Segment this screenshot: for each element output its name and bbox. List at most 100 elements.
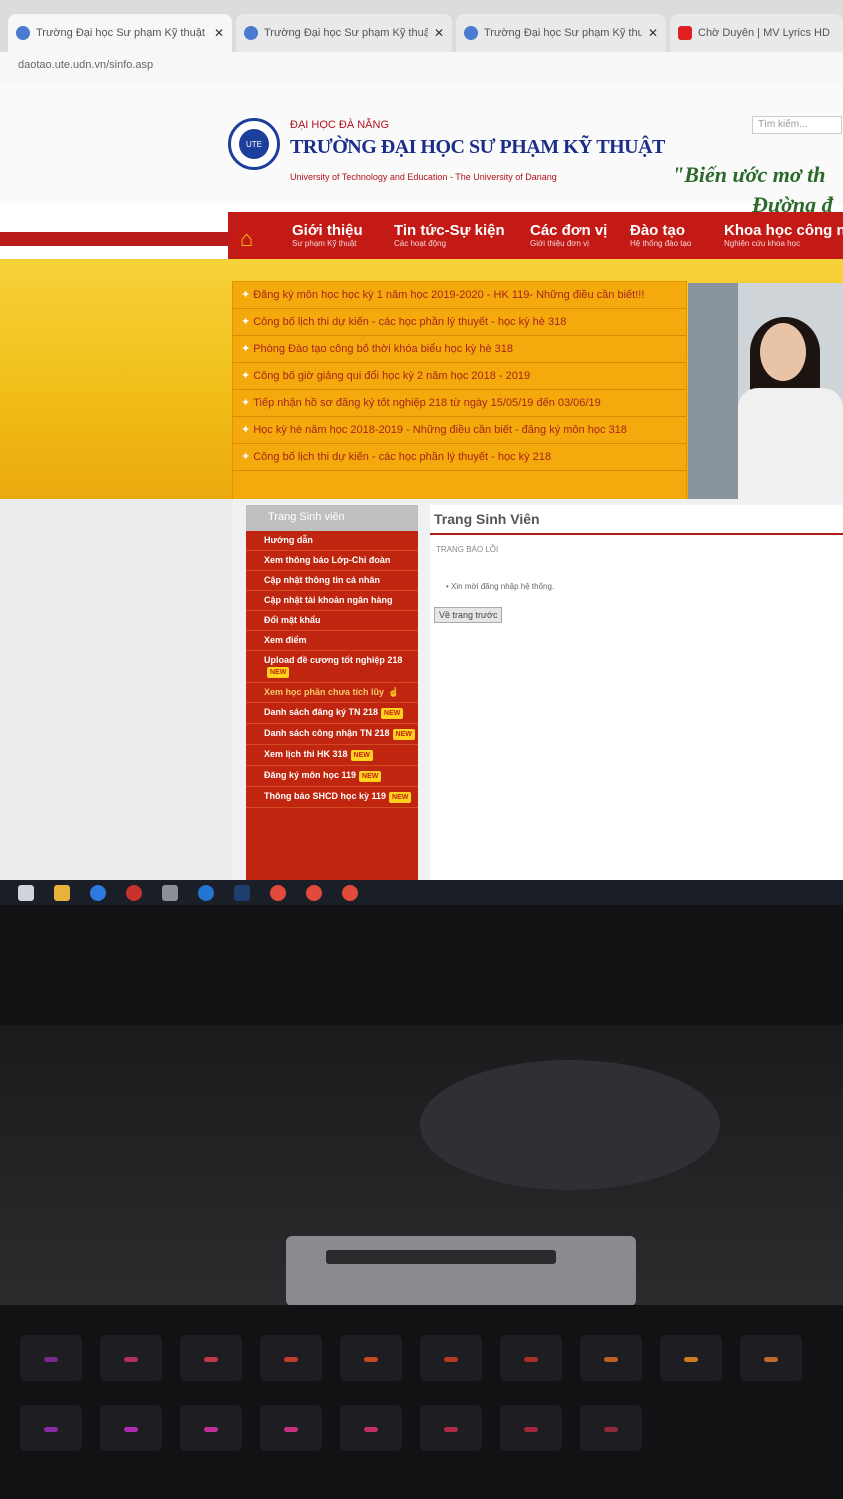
content-area: Trang Sinh viên Hướng dẫn Xem thông báo … (0, 499, 843, 885)
task-view-icon[interactable] (18, 885, 34, 901)
keyboard-key (660, 1335, 722, 1381)
app-icon[interactable] (198, 885, 214, 901)
browser-tab-3[interactable]: Trường Đại học Sư phạm Kỹ thuật ✕ (456, 14, 666, 52)
keyboard-key (180, 1405, 242, 1451)
org-english-name: University of Technology and Education -… (290, 172, 557, 182)
keyboard-key (580, 1335, 642, 1381)
desk-device (286, 1236, 636, 1306)
sidebar-item[interactable]: Hướng dẫn (246, 531, 418, 551)
sidebar-item-label[interactable]: Danh sách công nhận TN 218 (264, 728, 390, 738)
search-input[interactable]: Tìm kiếm... (752, 116, 842, 134)
new-badge: NEW (381, 708, 404, 719)
chrome-icon[interactable] (306, 885, 322, 901)
new-badge: NEW (359, 771, 382, 782)
banner-photo (688, 283, 843, 509)
sidebar-item[interactable]: Danh sách công nhận TN 218 NEW (246, 724, 418, 745)
chrome-icon[interactable] (270, 885, 286, 901)
news-text[interactable]: Đăng ký môn học học kỳ 1 năm học 2019-20… (253, 289, 644, 301)
sidebar-item[interactable]: Danh sách đăng ký TN 218 NEW (246, 703, 418, 724)
sidebar-item-label[interactable]: Hướng dẫn (264, 535, 313, 545)
close-tab-icon[interactable]: ✕ (214, 26, 224, 40)
sidebar-item[interactable]: Xem lịch thi HK 318 NEW (246, 745, 418, 766)
address-bar[interactable]: daotao.ute.udn.vn/sinfo.asp (0, 52, 843, 85)
close-tab-icon[interactable]: ✕ (648, 26, 658, 40)
teamviewer-icon[interactable] (90, 885, 106, 901)
browser-tab-strip: Trường Đại học Sư phạm Kỹ thuật ✕ Trường… (0, 0, 843, 52)
file-explorer-icon[interactable] (54, 885, 70, 901)
news-text[interactable]: Công bố giờ giảng qui đổi học kỳ 2 năm h… (253, 370, 530, 382)
site-favicon-icon (16, 26, 30, 40)
sidebar-item-label[interactable]: Xem thông báo Lớp-Chi đoàn (264, 555, 390, 565)
sidebar-item[interactable]: Xem thông báo Lớp-Chi đoàn (246, 551, 418, 571)
nav-item-gioi-thieu[interactable]: Giới thiệu Sư phạm Kỹ thuật (292, 222, 363, 248)
news-item[interactable]: ✦ Công bố lịch thi dự kiến - các học phần… (233, 444, 686, 471)
sidebar-item-label[interactable]: Xem học phần chưa tích lũy (264, 687, 384, 697)
sidebar-item-label[interactable]: Cập nhật thông tin cá nhân (264, 575, 380, 585)
news-item[interactable]: ✦ Tiếp nhận hồ sơ đăng ký tốt nghiệp 218 … (233, 390, 686, 417)
left-blank-area (0, 499, 232, 884)
sidebar-item[interactable]: Đổi mật khẩu (246, 611, 418, 631)
network-tool-icon[interactable] (162, 885, 178, 901)
nav-item-khoa-hoc[interactable]: Khoa học công ng Nghiên cứu khoa học (724, 222, 843, 248)
news-text[interactable]: Tiếp nhận hồ sơ đăng ký tốt nghiệp 218 t… (253, 397, 601, 409)
news-text[interactable]: Học kỳ hè năm học 2018-2019 - Những điều… (253, 424, 627, 436)
news-ticker: ✦ Đăng ký môn học học kỳ 1 năm học 2019-2… (232, 281, 687, 509)
slogan: "Biến ước mơ th Đường đ (672, 160, 833, 220)
keyboard-key (260, 1335, 322, 1381)
keyboard-key (420, 1335, 482, 1381)
sidebar-item-label[interactable]: Xem lịch thi HK 318 (264, 749, 348, 759)
slogan-line-1: "Biến ước mơ th (672, 162, 826, 187)
sidebar-item[interactable]: Upload đề cương tốt nghiệp 218 NEW (246, 651, 418, 683)
news-item[interactable]: ✦ Phòng Đào tạo công bố thời khóa biểu họ… (233, 336, 686, 363)
sidebar-item-hovered[interactable]: Xem học phần chưa tích lũy ☝ (246, 683, 418, 703)
browser-tab-4[interactable]: Chờ Duyên | MV Lyrics HD (670, 14, 843, 52)
nav-item-dao-tao[interactable]: Đào tạo Hệ thống đào tạo (630, 222, 691, 248)
sidebar-item-label[interactable]: Thông báo SHCD học kỳ 119 (264, 791, 386, 801)
home-icon[interactable]: ⌂ (240, 226, 268, 252)
close-tab-icon[interactable]: ✕ (434, 26, 444, 40)
main-panel: Trang Sinh Viên TRANG BÁO LỖI • Xin mời … (430, 505, 843, 885)
sidebar-item-label[interactable]: Upload đề cương tốt nghiệp 218 (264, 655, 402, 665)
sidebar-item[interactable]: Cập nhật thông tin cá nhân (246, 571, 418, 591)
nav-label: Tin tức-Sự kiện (394, 222, 505, 239)
news-text[interactable]: Phòng Đào tạo công bố thời khóa biểu học… (253, 343, 513, 355)
news-item[interactable]: ✦ Công bố giờ giảng qui đổi học kỳ 2 năm … (233, 363, 686, 390)
windows-taskbar (0, 880, 843, 905)
site-header: UTE ĐẠI HỌC ĐÀ NẴNG TRƯỜNG ĐẠI HỌC SƯ PH… (0, 84, 843, 217)
sidebar-item-label[interactable]: Đổi mật khẩu (264, 615, 321, 625)
sidebar-item[interactable]: Cập nhật tài khoản ngân hàng (246, 591, 418, 611)
news-text[interactable]: Công bố lịch thi dự kiến - các học phần … (253, 316, 566, 328)
sidebar-item-label[interactable]: Danh sách đăng ký TN 218 (264, 707, 378, 717)
nav-item-tin-tuc[interactable]: Tin tức-Sự kiện Các hoạt động (394, 222, 505, 248)
news-text[interactable]: Công bố lịch thi dự kiến - các học phần … (253, 451, 551, 463)
back-button[interactable]: Về trang trước (434, 607, 503, 623)
sidebar-item-label[interactable]: Cập nhật tài khoản ngân hàng (264, 595, 393, 605)
keyboard-key (340, 1335, 402, 1381)
keyboard-key (100, 1335, 162, 1381)
news-item[interactable]: ✦ Đăng ký môn học học kỳ 1 năm học 2019-2… (233, 282, 686, 309)
new-badge: NEW (389, 792, 412, 803)
recorder-icon[interactable] (126, 885, 142, 901)
site-favicon-icon (464, 26, 478, 40)
sidebar-item[interactable]: Đăng ký môn học 119 NEW (246, 766, 418, 787)
sidebar-item-label[interactable]: Xem điểm (264, 635, 307, 645)
browser-tab-1[interactable]: Trường Đại học Sư phạm Kỹ thuật ✕ (8, 14, 232, 52)
news-item[interactable]: ✦ Công bố lịch thi dự kiến - các học phần… (233, 309, 686, 336)
nav-sublabel: Nghiên cứu khoa học (724, 239, 801, 248)
keyboard-key (260, 1405, 322, 1451)
browser-tab-2[interactable]: Trường Đại học Sư phạm Kỹ thuật ✕ (236, 14, 452, 52)
keyboard-key (180, 1335, 242, 1381)
keyboard-key (500, 1405, 562, 1451)
chrome-icon[interactable] (342, 885, 358, 901)
sidebar-item[interactable]: Thông báo SHCD học kỳ 119 NEW (246, 787, 418, 808)
address-url[interactable]: daotao.ute.udn.vn/sinfo.asp (18, 59, 153, 71)
photoshop-icon[interactable] (234, 885, 250, 901)
nav-label: Giới thiệu (292, 222, 363, 239)
nav-sublabel: Các hoạt động (394, 239, 447, 248)
nav-item-cac-don-vi[interactable]: Các đơn vị Giới thiệu đơn vị (530, 222, 607, 248)
news-item[interactable]: ✦ Học kỳ hè năm học 2018-2019 - Những điề… (233, 417, 686, 444)
university-logo[interactable]: UTE (228, 118, 280, 170)
sidebar-item[interactable]: Xem điểm (246, 631, 418, 651)
sidebar-item-label[interactable]: Đăng ký môn học 119 (264, 770, 356, 780)
tab-title: Chờ Duyên | MV Lyrics HD (698, 27, 830, 39)
